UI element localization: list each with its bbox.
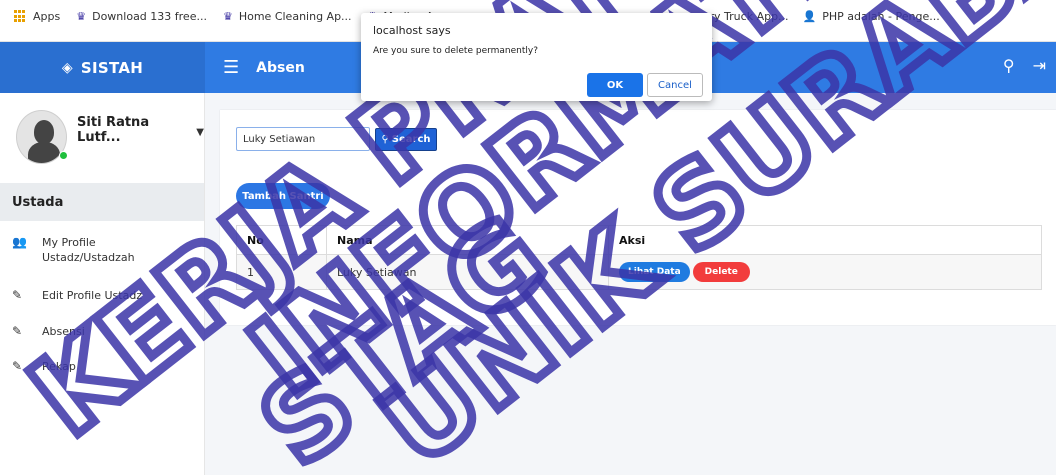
ok-button[interactable]: OK (587, 73, 643, 97)
search-icon[interactable]: ⚲ (1003, 56, 1015, 75)
brand-name: SISTAH (80, 58, 144, 77)
edit-icon: ✎ (12, 359, 23, 373)
santri-table: No Nama Aksi 1 Luky Setiawan Lihat Data D… (236, 225, 1042, 290)
dialog-title: localhost says (373, 24, 451, 37)
bookmark-apps[interactable]: Apps (14, 10, 60, 23)
main-card: ⚲ Search Tambah Santri No Nama Aksi 1 Lu… (220, 110, 1056, 325)
logout-icon[interactable]: ⇥ (1033, 56, 1046, 75)
column-header-nama: Nama (326, 225, 609, 255)
crown-icon: ♛ (76, 10, 87, 23)
edit-icon: ✎ (12, 324, 23, 338)
sidebar-item-absensi[interactable]: ✎ Absensi (0, 324, 204, 339)
cell-nama: Luky Setiawan (326, 254, 609, 290)
bookmark-truck-app[interactable]: ry Truck App... (710, 10, 789, 23)
add-santri-button[interactable]: Tambah Santri (236, 183, 330, 209)
sidebar-item-my-profile[interactable]: 👥 My Profile Ustadz/Ustadzah (0, 235, 204, 265)
brand[interactable]: ◈ SISTAH (0, 42, 205, 93)
bookmark-label: Apps (33, 10, 61, 23)
apps-grid-icon (14, 10, 27, 23)
bookmark-download[interactable]: ♛ Download 133 free... (76, 10, 207, 23)
confirm-dialog: localhost says Are you sure to delete pe… (361, 13, 712, 101)
caret-down-icon[interactable]: ▼ (196, 127, 204, 138)
sidebar-item-label: My Profile Ustadz/Ustadzah (42, 236, 135, 264)
cancel-button[interactable]: Cancel (647, 73, 703, 97)
search-button[interactable]: ⚲ Search (375, 128, 437, 151)
view-data-button[interactable]: Lihat Data (619, 262, 690, 282)
edit-icon: ✎ (12, 288, 23, 302)
sidebar-item-label: Edit Profile Ustadz (42, 289, 143, 302)
diamond-icon: ◈ (61, 59, 73, 76)
column-header-aksi: Aksi (608, 225, 1042, 255)
sidebar-item-label: Rekap (42, 360, 76, 373)
sidebar-item-rekap[interactable]: ✎ Rekap (0, 359, 204, 374)
dialog-message: Are you sure to delete permanently? (373, 46, 539, 56)
role-header: Ustada (0, 183, 204, 221)
bookmark-label: ry Truck App... (709, 10, 789, 23)
online-status-dot (59, 151, 68, 160)
crown-icon: ♛ (222, 10, 233, 23)
column-header-no: No (236, 225, 327, 255)
bookmark-label: Download 133 free... (92, 10, 207, 23)
sidebar: Siti Ratna Lutf... ▼ Ustada 👥 My Profile… (0, 93, 205, 475)
delete-button[interactable]: Delete (692, 262, 750, 282)
bookmark-home-cleaning[interactable]: ♛ Home Cleaning Ap... (223, 10, 352, 23)
user-name: Siti Ratna Lutf... (77, 115, 150, 145)
sidebar-item-edit-profile[interactable]: ✎ Edit Profile Ustadz (0, 288, 204, 303)
person-icon: 👤 (802, 10, 817, 23)
bookmark-label: PHP adalah - Penge... (822, 10, 940, 23)
search-button-label: Search (391, 134, 431, 145)
sidebar-item-label: Absensi (42, 325, 85, 338)
table-row: 1 Luky Setiawan Lihat Data Delete (236, 254, 1042, 290)
cell-no: 1 (236, 254, 327, 290)
menu-toggle-icon[interactable]: ☰ (223, 57, 239, 78)
search-input[interactable] (236, 127, 370, 151)
bookmark-label: Home Cleaning Ap... (238, 10, 352, 23)
search-icon: ⚲ (381, 134, 389, 145)
user-panel[interactable]: Siti Ratna Lutf... ▼ (0, 93, 204, 181)
bookmark-php[interactable]: 👤 PHP adalah - Penge... (803, 10, 940, 23)
cell-aksi: Lihat Data Delete (608, 254, 1042, 290)
users-icon: 👥 (12, 235, 27, 249)
page-title: Absen (256, 59, 305, 76)
